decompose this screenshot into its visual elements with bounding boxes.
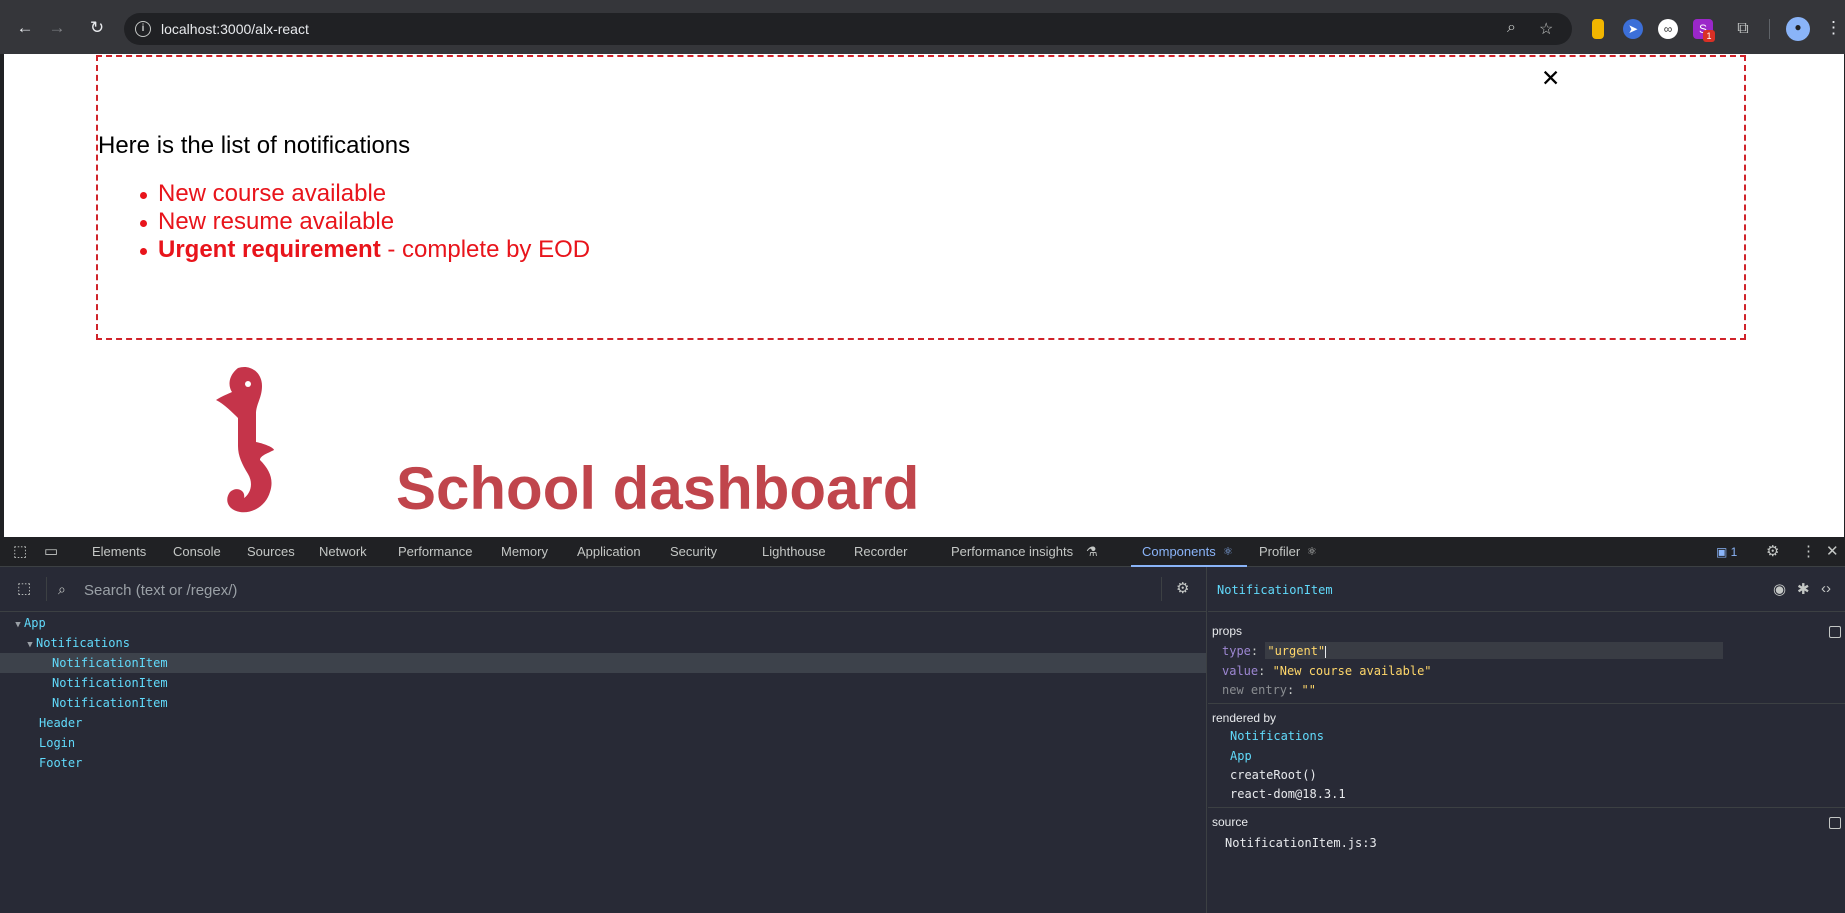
tree-node-app[interactable]: ▼ App bbox=[0, 613, 1206, 633]
section-divider bbox=[1208, 703, 1845, 704]
extension-glasses-icon[interactable]: ∞ bbox=[1658, 19, 1678, 39]
forward-arrow-icon[interactable]: → bbox=[45, 16, 69, 40]
issues-count: 1 bbox=[1730, 545, 1738, 559]
view-source-icon[interactable]: ‹› bbox=[1821, 580, 1831, 597]
section-divider bbox=[1208, 807, 1845, 808]
tab-performance-insights[interactable]: Performance insights bbox=[951, 544, 1073, 559]
extension-badge: 1 bbox=[1703, 30, 1715, 42]
address-bar[interactable]: i localhost:3000/alx-react ⌕ ☆ bbox=[124, 13, 1572, 45]
holberton-seahorse-logo bbox=[216, 366, 274, 513]
components-tree-pane: ⬚ ⌕ ⚙ ▼App ▼Notifications NotificationIt… bbox=[0, 567, 1207, 913]
close-icon[interactable]: ✕ bbox=[1541, 66, 1560, 90]
page-viewport: ✕ Here is the list of notifications New … bbox=[4, 54, 1844, 537]
search-divider bbox=[46, 577, 47, 601]
prop-row-new-entry[interactable]: new entry: "" bbox=[1222, 681, 1316, 699]
tree-node-notification-item[interactable]: NotificationItem bbox=[0, 673, 1206, 693]
tab-performance[interactable]: Performance bbox=[398, 544, 472, 559]
close-devtools-icon[interactable]: ✕ bbox=[1826, 543, 1839, 561]
extensions-icon[interactable]: ⧉ bbox=[1733, 19, 1753, 39]
react-atom-icon: ⚛ bbox=[1223, 546, 1233, 558]
tab-security[interactable]: Security bbox=[670, 544, 717, 559]
notifications-panel: ✕ Here is the list of notifications New … bbox=[96, 55, 1746, 340]
tab-lighthouse[interactable]: Lighthouse bbox=[762, 544, 826, 559]
search-divider bbox=[1161, 577, 1162, 601]
tab-network[interactable]: Network bbox=[319, 544, 367, 559]
settings-gear-icon[interactable]: ⚙ bbox=[1176, 580, 1189, 598]
source-location[interactable]: NotificationItem.js:3 bbox=[1225, 834, 1377, 852]
caret-down-icon[interactable]: ▼ bbox=[12, 615, 24, 635]
prop-row-type[interactable]: type: "urgent" bbox=[1222, 642, 1842, 660]
notification-item-urgent: Urgent requirement - complete by EOD bbox=[98, 236, 590, 264]
search-input[interactable] bbox=[84, 580, 1154, 600]
page-title: School dashboard bbox=[396, 455, 920, 522]
url-text[interactable]: localhost:3000/alx-react bbox=[161, 21, 309, 37]
search-row: ⬚ ⌕ ⚙ bbox=[0, 567, 1207, 612]
reload-icon[interactable]: ↻ bbox=[85, 16, 109, 40]
bug-icon[interactable]: ✱ bbox=[1797, 580, 1810, 598]
notification-item-default: New course available bbox=[98, 180, 590, 208]
profile-avatar[interactable]: ● bbox=[1786, 17, 1810, 41]
site-info-icon[interactable]: i bbox=[135, 21, 151, 37]
tab-sources[interactable]: Sources bbox=[247, 544, 295, 559]
search-icon: ⌕ bbox=[58, 581, 66, 597]
bookmark-star-icon[interactable]: ☆ bbox=[1539, 19, 1553, 39]
notifications-list: New course available New resume availabl… bbox=[98, 180, 590, 264]
device-toolbar-icon[interactable]: ▭ bbox=[44, 543, 58, 561]
browser-toolbar: ← → ↻ i localhost:3000/alx-react ⌕ ☆ ➤ ∞… bbox=[0, 0, 1845, 54]
prop-row-value[interactable]: value: "New course available" bbox=[1222, 662, 1432, 680]
component-tree: ▼ App ▼ Notifications NotificationItem Not… bbox=[0, 613, 1206, 773]
eye-icon[interactable]: ◉ bbox=[1773, 580, 1786, 598]
devtools-panel: ⬚ ▭ Elements Console Sources Network Per… bbox=[0, 537, 1845, 913]
prop-value-editor[interactable]: "urgent" bbox=[1265, 642, 1724, 659]
caret-down-icon[interactable]: ▼ bbox=[24, 635, 36, 655]
tab-elements[interactable]: Elements bbox=[92, 544, 146, 559]
tree-node-header[interactable]: Header bbox=[0, 713, 1206, 733]
component-inspector: NotificationItem ◉ ✱ ‹› props type: "urg… bbox=[1208, 567, 1845, 913]
toolbar-divider bbox=[1769, 19, 1770, 39]
extension-lock-icon[interactable] bbox=[1592, 19, 1604, 39]
back-arrow-icon[interactable]: ← bbox=[13, 16, 37, 40]
devtools-tabbar: ⬚ ▭ Elements Console Sources Network Per… bbox=[0, 537, 1845, 567]
rendered-by-notifications[interactable]: Notifications bbox=[1230, 727, 1324, 745]
inspector-header: NotificationItem ◉ ✱ ‹› bbox=[1208, 567, 1845, 612]
tree-node-notifications[interactable]: ▼ Notifications bbox=[0, 633, 1206, 653]
copy-icon[interactable] bbox=[1829, 626, 1841, 638]
select-element-icon[interactable]: ⬚ bbox=[17, 580, 31, 598]
tab-components[interactable]: Components bbox=[1142, 544, 1216, 559]
issues-icon[interactable]: ▣ 1 bbox=[1716, 545, 1737, 559]
copy-icon[interactable] bbox=[1829, 817, 1841, 829]
tree-node-login[interactable]: Login bbox=[0, 733, 1206, 753]
react-atom-icon: ⚛ bbox=[1307, 546, 1317, 558]
tab-profiler[interactable]: Profiler bbox=[1259, 544, 1300, 559]
notifications-title: Here is the list of notifications bbox=[98, 132, 411, 159]
flask-icon: ⚗ bbox=[1086, 544, 1098, 559]
settings-gear-icon[interactable]: ⚙ bbox=[1766, 543, 1779, 561]
menu-dots-icon[interactable]: ⋮ bbox=[1825, 16, 1842, 40]
selected-component-name: NotificationItem bbox=[1217, 583, 1333, 597]
tree-node-notification-item[interactable]: NotificationItem bbox=[0, 693, 1206, 713]
rendered-by-app[interactable]: App bbox=[1230, 747, 1252, 765]
tab-memory[interactable]: Memory bbox=[501, 544, 548, 559]
tab-recorder[interactable]: Recorder bbox=[854, 544, 907, 559]
extension-cursor-icon[interactable]: ➤ bbox=[1623, 19, 1643, 39]
zoom-icon[interactable]: ⌕ bbox=[1507, 19, 1516, 37]
tab-application[interactable]: Application bbox=[577, 544, 641, 559]
more-options-icon[interactable]: ⋮ bbox=[1801, 543, 1816, 561]
rendered-by-createroot: createRoot() bbox=[1230, 768, 1317, 782]
rendered-by-label: rendered by bbox=[1212, 711, 1277, 725]
rendered-by-react-dom: react-dom@18.3.1 bbox=[1230, 787, 1346, 801]
tree-node-footer[interactable]: Footer bbox=[0, 753, 1206, 773]
props-label: props bbox=[1212, 624, 1243, 638]
notification-item-default: New resume available bbox=[98, 208, 590, 236]
inspect-element-icon[interactable]: ⬚ bbox=[13, 543, 27, 561]
source-label: source bbox=[1212, 815, 1249, 829]
tree-node-notification-item[interactable]: NotificationItem bbox=[0, 653, 1206, 673]
tab-console[interactable]: Console bbox=[173, 544, 221, 559]
